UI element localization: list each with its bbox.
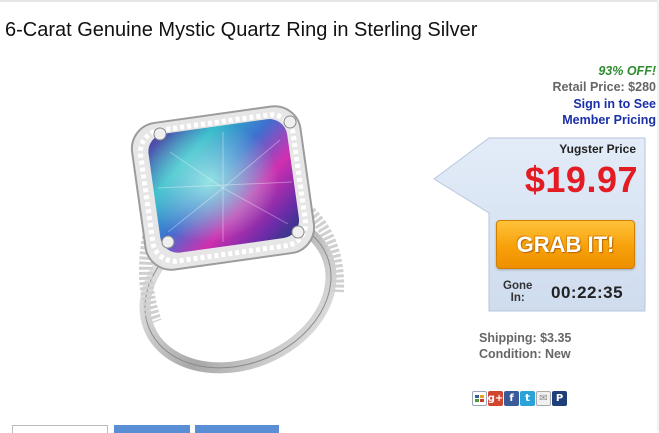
- share-icons: g+ f t ✉ P: [472, 391, 567, 406]
- sale-price: $19.97: [524, 159, 638, 200]
- share-icon[interactable]: [472, 391, 487, 406]
- condition: Condition: New: [479, 347, 571, 361]
- signin-line-2[interactable]: Member Pricing: [562, 112, 656, 128]
- retail-price: Retail Price: $280: [552, 80, 656, 94]
- email-icon[interactable]: ✉: [536, 391, 551, 406]
- pinterest-icon[interactable]: P: [552, 391, 567, 406]
- gone-in-label: Gone In:: [503, 280, 532, 304]
- tab-3[interactable]: [195, 425, 279, 433]
- countdown-timer: 00:22:35: [551, 283, 624, 302]
- product-image[interactable]: [110, 92, 355, 382]
- top-border: [0, 0, 659, 2]
- price-panel: Yugster Price $19.97 GRAB IT! Gone In: 0…: [431, 137, 648, 313]
- shipping-info: Shipping: $3.35 Condition: New: [479, 330, 571, 362]
- gone-in-line-1: Gone: [503, 280, 533, 292]
- tab-2[interactable]: [114, 425, 190, 433]
- discount-label: 93% OFF!: [598, 64, 656, 78]
- grab-it-button[interactable]: GRAB IT!: [496, 220, 635, 269]
- google-plus-icon[interactable]: g+: [488, 391, 503, 406]
- product-title: 6-Carat Genuine Mystic Quartz Ring in St…: [5, 19, 478, 41]
- twitter-icon[interactable]: t: [520, 391, 535, 406]
- shipping-cost: Shipping: $3.35: [479, 331, 572, 345]
- signin-line-1[interactable]: Sign in to See: [562, 96, 656, 112]
- yugster-price-label: Yugster Price: [559, 142, 636, 156]
- signin-member-pricing-link[interactable]: Sign in to See Member Pricing: [562, 96, 656, 128]
- gone-in-line-2: In:: [510, 292, 525, 304]
- facebook-icon[interactable]: f: [504, 391, 519, 406]
- tab-1[interactable]: [12, 425, 108, 433]
